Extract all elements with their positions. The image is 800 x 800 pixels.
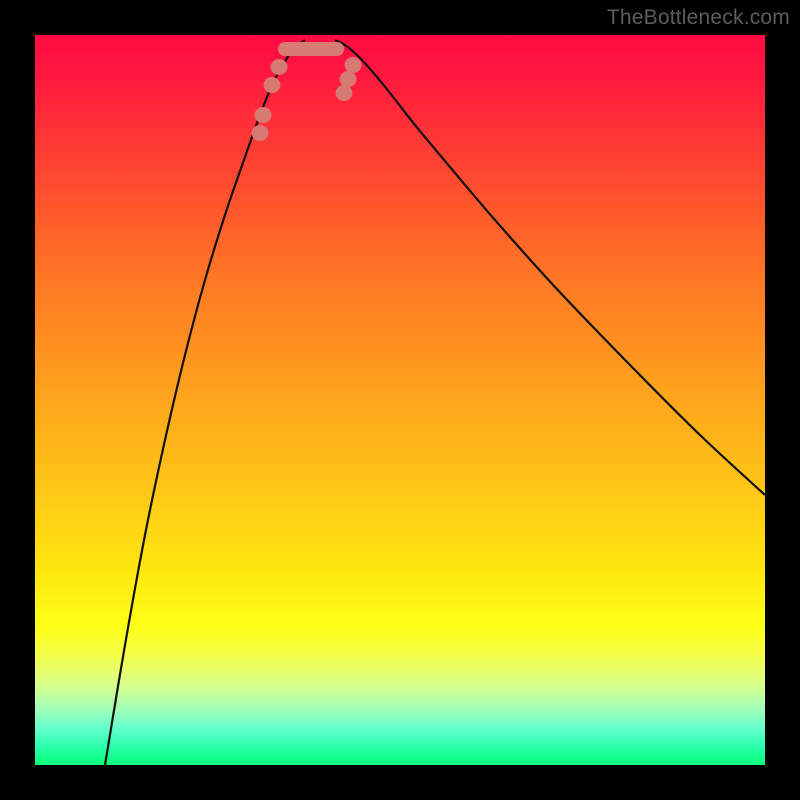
curve-layer <box>35 35 765 765</box>
chart-frame: TheBottleneck.com <box>0 0 800 800</box>
data-marker <box>255 107 272 123</box>
right-curve <box>335 40 765 495</box>
left-curve <box>105 40 305 765</box>
data-marker <box>340 71 357 87</box>
data-marker <box>252 125 269 141</box>
data-marker <box>271 59 288 75</box>
watermark-text: TheBottleneck.com <box>607 6 790 30</box>
data-marker <box>336 85 353 101</box>
data-marker <box>345 57 362 73</box>
plot-area <box>35 35 765 765</box>
data-marker <box>264 77 281 93</box>
